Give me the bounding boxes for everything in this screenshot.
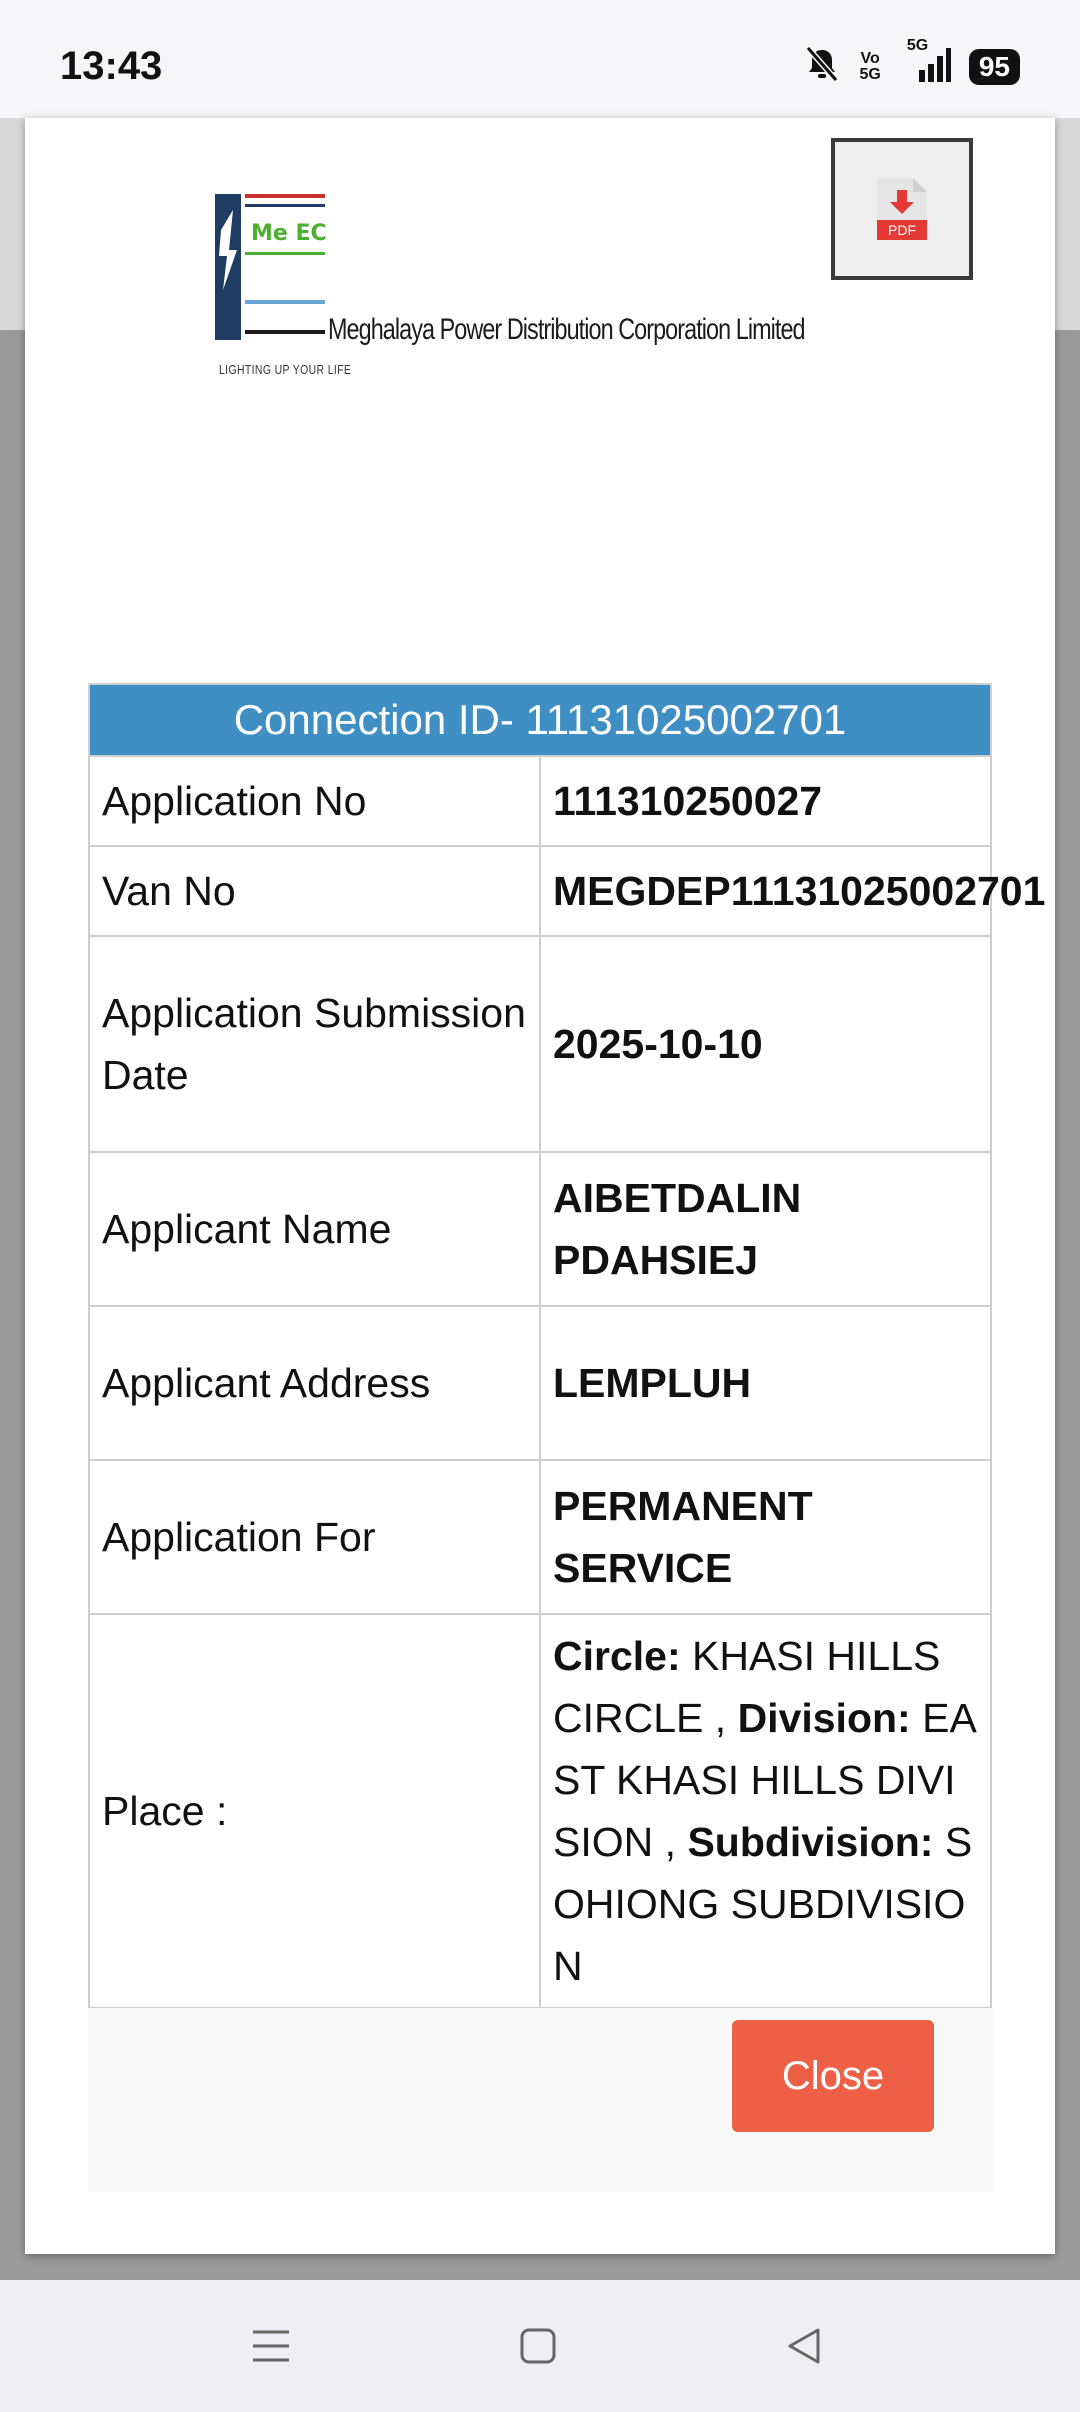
bell-muted-icon <box>802 44 842 89</box>
home-icon[interactable] <box>518 2326 558 2366</box>
svg-text:PDF: PDF <box>888 222 916 238</box>
back-icon[interactable] <box>784 2326 824 2366</box>
table-row: Application For PERMANENT SERVICE <box>88 1459 992 1615</box>
table-row: Applicant Name AIBETDALIN PDAHSIEJ <box>88 1151 992 1307</box>
signal-icon: 5G <box>899 38 951 89</box>
row-label: Application Submission Date <box>88 935 541 1153</box>
row-value: AIBETDALIN PDAHSIEJ <box>539 1151 992 1307</box>
table-row: Applicant Address LEMPLUH <box>88 1305 992 1461</box>
svg-text:Me ECL: Me ECL <box>251 221 327 246</box>
table-header-row: Connection ID- 11131025002701 <box>88 683 992 757</box>
connection-id-title: Connection ID- 11131025002701 <box>88 683 992 757</box>
company-name: Meghalaya Power Distribution Corporation… <box>328 313 806 346</box>
division-label: Division: <box>737 1695 911 1741</box>
download-pdf-button[interactable]: PDF <box>831 138 973 280</box>
connection-details-table: Connection ID- 11131025002701 Applicatio… <box>88 683 1045 2009</box>
row-label: Application No <box>88 755 541 847</box>
company-logo: Me ECL Meghalaya Power Distribution Corp… <box>215 190 806 390</box>
place-label: Place : <box>88 1613 541 2009</box>
status-icons: Vo 5G 5G 95 <box>802 38 1020 89</box>
subdivision-label: Subdivision: <box>687 1819 934 1865</box>
close-button[interactable]: Close <box>732 2020 934 2132</box>
row-value: MEGDEP11131025002701 <box>539 845 1045 937</box>
system-nav-bar <box>0 2280 1080 2412</box>
logo-mark-icon: Me ECL <box>215 194 327 340</box>
table-row-place: Place : Circle: KHASI HILLS CIRCLE , Div… <box>88 1613 992 2009</box>
row-value: PERMANENT SERVICE <box>539 1459 992 1615</box>
table-row: Van No MEGDEP11131025002701 <box>88 845 1045 937</box>
status-bar: 13:43 Vo 5G 5G 95 <box>0 0 1080 118</box>
circle-label: Circle: <box>553 1633 681 1679</box>
row-value: LEMPLUH <box>539 1305 992 1461</box>
row-label: Applicant Address <box>88 1305 541 1461</box>
place-value: Circle: KHASI HILLS CIRCLE , Division: E… <box>539 1613 992 2009</box>
pdf-download-icon: PDF <box>877 178 927 240</box>
company-tagline: LIGHTING UP YOUR LIFE <box>219 362 352 377</box>
table-row: Application Submission Date 2025-10-10 <box>88 935 992 1153</box>
modal-footer: Close <box>88 2008 994 2192</box>
row-label: Van No <box>88 845 541 937</box>
volte-icon: Vo 5G <box>859 49 881 83</box>
battery-indicator: 95 <box>968 48 1020 85</box>
separator: , <box>664 1819 688 1865</box>
table-row: Application No 111310250027 <box>88 755 992 847</box>
row-label: Applicant Name <box>88 1151 541 1307</box>
connection-details-modal: Me ECL Meghalaya Power Distribution Corp… <box>25 118 1055 2254</box>
separator: , <box>714 1695 738 1741</box>
row-label: Application For <box>88 1459 541 1615</box>
menu-icon[interactable] <box>250 2326 292 2366</box>
row-value: 111310250027 <box>539 755 992 847</box>
row-value: 2025-10-10 <box>539 935 992 1153</box>
status-time: 13:43 <box>60 44 163 88</box>
